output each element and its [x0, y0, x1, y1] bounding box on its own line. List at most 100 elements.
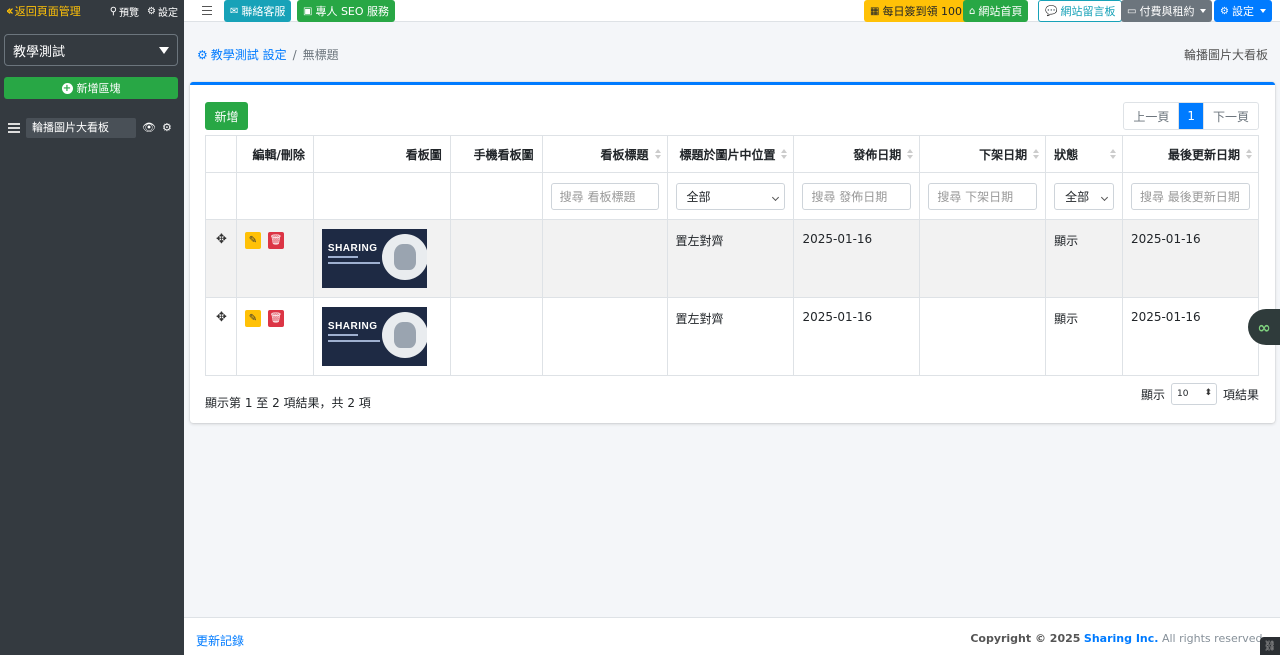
move-arrows-icon[interactable]: ✥	[214, 232, 227, 247]
header-row: 編輯/刪除 看板圖 手機看板圖 看板標題 標題於圖片中位置 發佈日期 下架日期 …	[205, 135, 1260, 173]
gear-icon: ⚙	[197, 47, 208, 62]
breadcrumb-current: 無標題	[302, 48, 339, 62]
eye-icon[interactable]: 👁	[142, 121, 156, 134]
page-length: 顯示 10 項結果	[1141, 383, 1259, 405]
infinity-widget-icon[interactable]: ∞	[1248, 309, 1280, 345]
actions-cell: ✎ 🗑	[235, 219, 314, 298]
position-filter-select[interactable]: 全部	[675, 182, 786, 210]
data-table: 編輯/刪除 看板圖 手機看板圖 看板標題 標題於圖片中位置 發佈日期 下架日期 …	[205, 135, 1260, 376]
page-1-button[interactable]: 1	[1179, 103, 1203, 129]
col-edit-delete: 編輯/刪除	[235, 135, 314, 173]
edit-button[interactable]: ✎	[244, 310, 261, 327]
col-title-label: 看板標題	[600, 147, 649, 162]
unpublish-date-cell	[919, 219, 1047, 298]
unpublish-date-search-input[interactable]: 搜尋 下架日期	[928, 182, 1038, 210]
contact-support-button[interactable]: ✉ 聯絡客服	[224, 0, 292, 22]
seo-service-button[interactable]: ▣ 專人 SEO 服務	[297, 0, 396, 22]
link-icon[interactable]: ⛓	[1260, 637, 1280, 655]
checkin-label: 每日簽到領 100	[882, 5, 962, 18]
col-status-label: 狀態	[1054, 147, 1079, 162]
table-summary: 顯示第 1 至 2 項結果，共 2 項	[205, 396, 371, 410]
add-block-button[interactable]: + 新增區塊	[4, 77, 178, 99]
top-navbar: ✉ 聯絡客服 ▣ 專人 SEO 服務 ▦ 每日簽到領 100 ⌂ 網站首頁 💬 …	[184, 0, 1280, 22]
move-arrows-icon[interactable]: ✥	[214, 310, 227, 325]
sidebar-item-carousel[interactable]: 輪播圖片大看板 👁 ⚙	[8, 117, 178, 138]
prev-page-button[interactable]: 上一頁	[1124, 103, 1180, 129]
delete-button[interactable]: 🗑	[267, 310, 284, 327]
gear-icon: ⚙	[1220, 5, 1229, 17]
billing-dropdown-button[interactable]: ▭ 付費與租約	[1121, 0, 1213, 22]
filter-empty	[449, 172, 543, 220]
col-unpublish-date[interactable]: 下架日期	[919, 135, 1047, 173]
sort-icon	[1033, 149, 1040, 159]
add-button[interactable]: 新增	[205, 102, 248, 130]
drag-handle-icon[interactable]	[8, 122, 20, 133]
publish-date-search-input[interactable]: 搜尋 發佈日期	[802, 182, 912, 210]
breadcrumb-root-link[interactable]: ⚙ 教學測試 設定	[197, 46, 287, 63]
caret-down-icon	[159, 46, 169, 54]
line-chat-icon: ▣	[303, 5, 313, 17]
length-value: 10	[1176, 389, 1189, 399]
back-label: 返回頁面管理	[14, 5, 81, 18]
col-publish-date[interactable]: 發佈日期	[793, 135, 921, 173]
next-page-button[interactable]: 下一頁	[1202, 103, 1258, 129]
col-updated-label: 最後更新日期	[1167, 147, 1240, 162]
status-filter-select[interactable]: 全部	[1054, 182, 1114, 210]
breadcrumb-root-label: 教學測試 設定	[210, 48, 287, 62]
filter-publish-cell: 搜尋 發佈日期	[793, 172, 921, 220]
sidebar-item-label[interactable]: 輪播圖片大看板	[26, 117, 136, 138]
delete-button[interactable]: 🗑	[267, 232, 284, 249]
filter-empty	[205, 172, 237, 220]
gear-icon: ⚙	[147, 5, 156, 17]
filter-status-cell: 全部	[1045, 172, 1123, 220]
updated-date-search-input[interactable]: 搜尋 最後更新日期	[1130, 182, 1250, 210]
preview-link[interactable]: ⚲ 預覽	[110, 4, 139, 19]
title-search-input[interactable]: 搜尋 看板標題	[550, 182, 659, 210]
col-status[interactable]: 狀態	[1045, 135, 1123, 173]
back-to-page-manager-link[interactable]: ‹‹ 返回頁面管理	[6, 3, 81, 19]
position-cell: 置左對齊	[666, 219, 795, 298]
site-select[interactable]: 教學測試	[4, 34, 178, 66]
col-updated-date[interactable]: 最後更新日期	[1121, 135, 1260, 173]
guestbook-label: 網站留言板	[1060, 5, 1116, 18]
pagination: 上一頁 1 下一頁	[1123, 102, 1259, 130]
filter-empty	[312, 172, 451, 220]
guestbook-button[interactable]: 💬 網站留言板	[1038, 0, 1123, 22]
add-block-label: 新增區塊	[76, 82, 121, 95]
edit-button[interactable]: ✎	[244, 232, 261, 249]
seo-label: 專人 SEO 服務	[315, 5, 390, 18]
page-title: 輪播圖片大看板	[1183, 48, 1268, 62]
title-cell	[541, 297, 668, 376]
banner-thumbnail[interactable]: SHARING	[321, 229, 427, 288]
settings-dropdown-button[interactable]: ⚙ 設定	[1214, 0, 1272, 22]
banner-thumbnail[interactable]: SHARING	[321, 307, 427, 366]
search-icon: ⚲	[109, 5, 118, 17]
sort-icon	[1246, 149, 1252, 159]
col-mobile-image: 手機看板圖	[449, 135, 543, 173]
filter-row: 搜尋 看板標題 全部 搜尋 發佈日期 搜尋 下架日期 全部 搜尋 最後更新日期	[205, 172, 1260, 220]
billing-label: 付費與租約	[1139, 5, 1195, 18]
col-position[interactable]: 標題於圖片中位置	[666, 135, 795, 173]
site-select-value: 教學測試	[13, 44, 66, 60]
menu-toggle-icon[interactable]	[202, 6, 212, 15]
breadcrumb-separator: /	[292, 47, 297, 62]
changelog-link[interactable]: 更新記錄	[196, 632, 244, 649]
filter-empty	[235, 172, 314, 220]
page-length-select[interactable]: 10	[1170, 383, 1217, 405]
filter-title-cell: 搜尋 看板標題	[541, 172, 668, 220]
sidebar-settings-link[interactable]: ⚙ 設定	[147, 4, 178, 19]
preview-label: 預覽	[119, 7, 140, 19]
footer: 更新記錄 Copyright © 2025 Sharing Inc. All r…	[184, 617, 1280, 655]
company-link[interactable]: Sharing Inc.	[1084, 632, 1159, 645]
actions-cell: ✎ 🗑	[235, 297, 314, 376]
status-cell: 顯示	[1045, 297, 1123, 376]
col-title[interactable]: 看板標題	[541, 135, 668, 173]
caret-down-icon	[1200, 9, 1207, 13]
id-card-icon: ▭	[1127, 5, 1137, 17]
sidebar-top-bar: ‹‹ 返回頁面管理 ⚲ 預覽 ⚙ 設定	[0, 0, 184, 22]
home-icon: ⌂	[969, 5, 976, 17]
gear-icon[interactable]: ⚙	[162, 121, 172, 134]
daily-checkin-button[interactable]: ▦ 每日簽到領 100	[864, 0, 968, 22]
rights-text: All rights reserved.	[1161, 632, 1266, 645]
site-home-button[interactable]: ⌂ 網站首頁	[963, 0, 1029, 22]
